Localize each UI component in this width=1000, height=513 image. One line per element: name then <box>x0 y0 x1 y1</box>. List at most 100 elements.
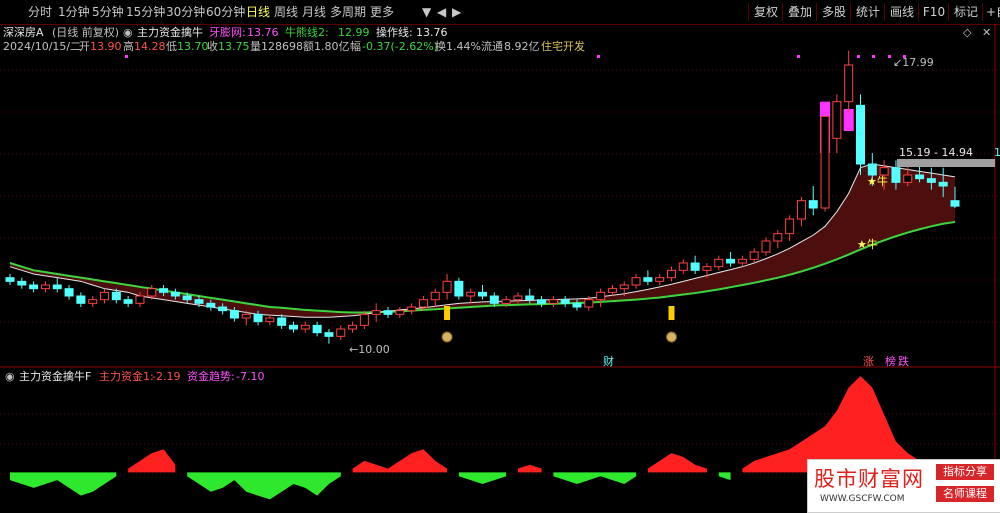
candle-body-69 <box>820 115 830 209</box>
period-tab-2[interactable]: 5分钟 <box>92 4 124 20</box>
candle-body-13 <box>159 288 169 293</box>
period-tab-7[interactable]: 周线 <box>274 4 298 20</box>
candle-body-25 <box>300 324 310 330</box>
money-bag-icon-1 <box>666 331 677 343</box>
sub-indicator-name[interactable]: 主力资金擒牛F <box>19 370 91 384</box>
sub-area-5 <box>517 464 542 473</box>
toolbar-button-4[interactable]: 画线 <box>884 3 919 21</box>
more-dropdown-arrow-icon[interactable]: ▼ <box>422 4 431 20</box>
candle-body-40 <box>478 291 487 297</box>
candle-body-70 <box>832 101 842 139</box>
period-tab-4[interactable]: 30分钟 <box>166 4 205 20</box>
tag-die[interactable]: 跌 <box>898 355 909 369</box>
sub-area-2 <box>187 472 341 500</box>
candle-body-50 <box>596 291 606 301</box>
candle-body-55 <box>655 277 665 282</box>
sub-area-9 <box>742 376 932 473</box>
candle-body-47 <box>560 299 570 304</box>
candle-body-44 <box>525 295 535 301</box>
watermark-title: 股市财富网 <box>814 467 924 491</box>
period-tab-3[interactable]: 15分钟 <box>126 4 165 20</box>
candle-body-68 <box>808 200 818 209</box>
candle-body-76 <box>903 174 913 183</box>
tag-cai[interactable]: 财 <box>603 355 614 369</box>
candle-body-75 <box>891 167 901 183</box>
candle-body-31 <box>371 310 381 315</box>
candle-body-15 <box>182 295 192 301</box>
candle-body-77 <box>915 174 925 180</box>
candle-body-12 <box>147 288 157 297</box>
candle-body-64 <box>761 240 771 253</box>
candle-body-14 <box>170 291 180 297</box>
period-tab-8[interactable]: 月线 <box>302 4 326 20</box>
candle-body-42 <box>501 299 511 304</box>
candle-body-72 <box>856 104 865 165</box>
right-edge-tag: 1 <box>994 146 1000 159</box>
nav-left-icon[interactable]: ◀ <box>437 4 446 20</box>
period-tab-5[interactable]: 60分钟 <box>206 4 245 20</box>
magenta-dot-1 <box>597 55 600 58</box>
chart-overlay <box>897 159 995 167</box>
candle-body-66 <box>785 218 795 235</box>
high-price-arrow-icon: ↙ <box>893 56 903 69</box>
candles <box>5 50 960 344</box>
sub-circle-icon[interactable]: ◉ <box>5 370 15 384</box>
candle-body-43 <box>513 295 523 301</box>
sub-area-8 <box>718 472 731 481</box>
toolbar-button-1[interactable]: 叠加 <box>782 3 817 21</box>
toolbar-button-7[interactable]: +自选 <box>982 3 1000 21</box>
star-bull-label-1: ★牛 <box>867 175 888 188</box>
period-tab-0[interactable]: 分时 <box>28 4 52 20</box>
sub-area-0 <box>10 472 117 496</box>
candle-body-20 <box>241 313 251 319</box>
sub-area-3 <box>352 449 448 473</box>
low-price-value: 10.00 <box>358 343 390 356</box>
candle-body-32 <box>383 310 393 315</box>
candle-body-78 <box>926 178 936 183</box>
candle-body-37 <box>442 280 452 293</box>
magenta-dot-2 <box>797 55 800 58</box>
signal-flag-0 <box>444 306 451 320</box>
candle-body-28 <box>336 328 346 337</box>
toolbar-button-6[interactable]: 标记 <box>948 3 983 21</box>
candle-body-34 <box>407 306 417 312</box>
period-tab-9[interactable]: 多周期 <box>330 4 366 20</box>
candle-body-6 <box>76 295 86 304</box>
candle-body-36 <box>430 291 440 301</box>
candle-body-10 <box>123 299 133 304</box>
candle-body-45 <box>537 299 547 304</box>
candle-body-80 <box>950 200 960 207</box>
candle-body-71 <box>844 64 854 103</box>
candle-body-58 <box>690 262 700 271</box>
candle-body-27 <box>324 332 334 337</box>
watermark-url: WWW.GSCFW.COM <box>820 494 905 504</box>
candle-body-41 <box>489 295 499 304</box>
kline-chart[interactable] <box>0 24 1000 511</box>
candle-body-57 <box>678 262 688 271</box>
candle-body-23 <box>277 317 287 326</box>
candle-body-9 <box>111 291 121 301</box>
candle-body-30 <box>359 313 369 326</box>
toolbar-button-0[interactable]: 复权 <box>748 3 783 21</box>
candle-body-65 <box>773 233 783 242</box>
tag-bang[interactable]: 榜 <box>885 355 896 369</box>
magenta-dot-5 <box>888 55 891 58</box>
period-tab-6[interactable]: 日线 <box>246 4 270 20</box>
tag-zhang[interactable]: 涨 <box>863 355 874 369</box>
toolbar-button-2[interactable]: 多股 <box>816 3 851 21</box>
sub-area-1 <box>128 449 176 473</box>
period-tab-10[interactable]: 更多 <box>370 4 394 20</box>
watermark-logo: 股市财富网 WWW.GSCFW.COM 指标分享 名师课程 <box>807 459 1000 513</box>
sub-area-6 <box>553 472 637 484</box>
candle-body-60 <box>714 258 724 268</box>
toolbar-button-5[interactable]: F10 <box>918 3 949 21</box>
candle-body-35 <box>418 299 428 308</box>
candle-body-48 <box>572 302 582 308</box>
period-tab-1[interactable]: 1分钟 <box>58 4 90 20</box>
sub-label1: 主力资金1: <box>99 370 154 383</box>
toolbar-button-3[interactable]: 统计 <box>850 3 885 21</box>
candle-body-62 <box>737 258 747 264</box>
nav-right-icon[interactable]: ▶ <box>452 4 461 20</box>
candle-body-11 <box>135 295 145 304</box>
low-price-arrow-icon: ← <box>349 343 359 356</box>
